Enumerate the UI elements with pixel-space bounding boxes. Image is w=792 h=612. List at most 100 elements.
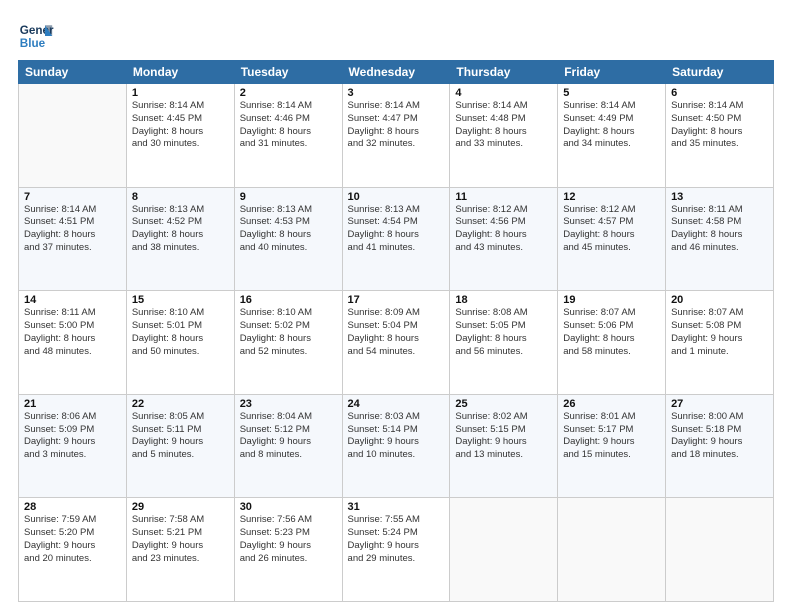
logo: General Blue bbox=[18, 18, 54, 54]
day-number: 14 bbox=[24, 294, 121, 306]
day-number: 9 bbox=[240, 191, 337, 203]
weekday-wednesday: Wednesday bbox=[342, 61, 450, 84]
day-number: 6 bbox=[671, 87, 768, 99]
day-info: Sunrise: 7:59 AMSunset: 5:20 PMDaylight:… bbox=[24, 514, 121, 565]
calendar-cell bbox=[19, 84, 127, 188]
day-number: 2 bbox=[240, 87, 337, 99]
weekday-sunday: Sunday bbox=[19, 61, 127, 84]
day-info: Sunrise: 8:14 AMSunset: 4:49 PMDaylight:… bbox=[563, 100, 660, 151]
week-row-4: 28Sunrise: 7:59 AMSunset: 5:20 PMDayligh… bbox=[19, 498, 774, 602]
day-info: Sunrise: 8:13 AMSunset: 4:54 PMDaylight:… bbox=[348, 204, 445, 255]
calendar-table: SundayMondayTuesdayWednesdayThursdayFrid… bbox=[18, 60, 774, 602]
calendar-cell: 21Sunrise: 8:06 AMSunset: 5:09 PMDayligh… bbox=[19, 394, 127, 498]
day-info: Sunrise: 7:55 AMSunset: 5:24 PMDaylight:… bbox=[348, 514, 445, 565]
calendar-cell: 16Sunrise: 8:10 AMSunset: 5:02 PMDayligh… bbox=[234, 291, 342, 395]
weekday-friday: Friday bbox=[558, 61, 666, 84]
day-number: 28 bbox=[24, 501, 121, 513]
calendar-cell bbox=[558, 498, 666, 602]
day-info: Sunrise: 8:05 AMSunset: 5:11 PMDaylight:… bbox=[132, 411, 229, 462]
day-info: Sunrise: 8:14 AMSunset: 4:50 PMDaylight:… bbox=[671, 100, 768, 151]
calendar-cell: 29Sunrise: 7:58 AMSunset: 5:21 PMDayligh… bbox=[126, 498, 234, 602]
day-number: 11 bbox=[455, 191, 552, 203]
calendar-cell: 19Sunrise: 8:07 AMSunset: 5:06 PMDayligh… bbox=[558, 291, 666, 395]
calendar-cell: 5Sunrise: 8:14 AMSunset: 4:49 PMDaylight… bbox=[558, 84, 666, 188]
calendar-cell: 4Sunrise: 8:14 AMSunset: 4:48 PMDaylight… bbox=[450, 84, 558, 188]
svg-text:Blue: Blue bbox=[20, 37, 46, 50]
week-row-3: 21Sunrise: 8:06 AMSunset: 5:09 PMDayligh… bbox=[19, 394, 774, 498]
calendar-cell: 26Sunrise: 8:01 AMSunset: 5:17 PMDayligh… bbox=[558, 394, 666, 498]
calendar-cell: 15Sunrise: 8:10 AMSunset: 5:01 PMDayligh… bbox=[126, 291, 234, 395]
calendar-cell: 18Sunrise: 8:08 AMSunset: 5:05 PMDayligh… bbox=[450, 291, 558, 395]
day-info: Sunrise: 8:11 AMSunset: 5:00 PMDaylight:… bbox=[24, 307, 121, 358]
day-number: 19 bbox=[563, 294, 660, 306]
day-info: Sunrise: 8:14 AMSunset: 4:48 PMDaylight:… bbox=[455, 100, 552, 151]
day-info: Sunrise: 8:04 AMSunset: 5:12 PMDaylight:… bbox=[240, 411, 337, 462]
calendar-cell: 27Sunrise: 8:00 AMSunset: 5:18 PMDayligh… bbox=[666, 394, 774, 498]
day-number: 15 bbox=[132, 294, 229, 306]
weekday-tuesday: Tuesday bbox=[234, 61, 342, 84]
calendar-cell: 31Sunrise: 7:55 AMSunset: 5:24 PMDayligh… bbox=[342, 498, 450, 602]
day-number: 18 bbox=[455, 294, 552, 306]
day-info: Sunrise: 8:07 AMSunset: 5:08 PMDaylight:… bbox=[671, 307, 768, 358]
day-info: Sunrise: 8:10 AMSunset: 5:02 PMDaylight:… bbox=[240, 307, 337, 358]
week-row-0: 1Sunrise: 8:14 AMSunset: 4:45 PMDaylight… bbox=[19, 84, 774, 188]
day-number: 17 bbox=[348, 294, 445, 306]
calendar-cell: 1Sunrise: 8:14 AMSunset: 4:45 PMDaylight… bbox=[126, 84, 234, 188]
day-number: 7 bbox=[24, 191, 121, 203]
calendar-cell bbox=[450, 498, 558, 602]
day-info: Sunrise: 7:58 AMSunset: 5:21 PMDaylight:… bbox=[132, 514, 229, 565]
day-number: 1 bbox=[132, 87, 229, 99]
calendar-cell: 20Sunrise: 8:07 AMSunset: 5:08 PMDayligh… bbox=[666, 291, 774, 395]
day-info: Sunrise: 8:12 AMSunset: 4:56 PMDaylight:… bbox=[455, 204, 552, 255]
week-row-2: 14Sunrise: 8:11 AMSunset: 5:00 PMDayligh… bbox=[19, 291, 774, 395]
day-info: Sunrise: 8:01 AMSunset: 5:17 PMDaylight:… bbox=[563, 411, 660, 462]
day-info: Sunrise: 8:14 AMSunset: 4:46 PMDaylight:… bbox=[240, 100, 337, 151]
calendar-cell: 3Sunrise: 8:14 AMSunset: 4:47 PMDaylight… bbox=[342, 84, 450, 188]
weekday-monday: Monday bbox=[126, 61, 234, 84]
calendar-cell: 28Sunrise: 7:59 AMSunset: 5:20 PMDayligh… bbox=[19, 498, 127, 602]
day-number: 27 bbox=[671, 398, 768, 410]
day-info: Sunrise: 8:09 AMSunset: 5:04 PMDaylight:… bbox=[348, 307, 445, 358]
day-number: 23 bbox=[240, 398, 337, 410]
calendar-cell bbox=[666, 498, 774, 602]
day-number: 12 bbox=[563, 191, 660, 203]
day-number: 24 bbox=[348, 398, 445, 410]
calendar-cell: 8Sunrise: 8:13 AMSunset: 4:52 PMDaylight… bbox=[126, 187, 234, 291]
calendar-cell: 7Sunrise: 8:14 AMSunset: 4:51 PMDaylight… bbox=[19, 187, 127, 291]
calendar-cell: 14Sunrise: 8:11 AMSunset: 5:00 PMDayligh… bbox=[19, 291, 127, 395]
day-info: Sunrise: 8:10 AMSunset: 5:01 PMDaylight:… bbox=[132, 307, 229, 358]
calendar-cell: 6Sunrise: 8:14 AMSunset: 4:50 PMDaylight… bbox=[666, 84, 774, 188]
calendar-cell: 23Sunrise: 8:04 AMSunset: 5:12 PMDayligh… bbox=[234, 394, 342, 498]
day-info: Sunrise: 8:14 AMSunset: 4:47 PMDaylight:… bbox=[348, 100, 445, 151]
day-info: Sunrise: 8:11 AMSunset: 4:58 PMDaylight:… bbox=[671, 204, 768, 255]
day-number: 30 bbox=[240, 501, 337, 513]
day-number: 21 bbox=[24, 398, 121, 410]
calendar-cell: 11Sunrise: 8:12 AMSunset: 4:56 PMDayligh… bbox=[450, 187, 558, 291]
calendar-cell: 10Sunrise: 8:13 AMSunset: 4:54 PMDayligh… bbox=[342, 187, 450, 291]
day-number: 22 bbox=[132, 398, 229, 410]
weekday-thursday: Thursday bbox=[450, 61, 558, 84]
day-info: Sunrise: 8:13 AMSunset: 4:53 PMDaylight:… bbox=[240, 204, 337, 255]
day-info: Sunrise: 8:00 AMSunset: 5:18 PMDaylight:… bbox=[671, 411, 768, 462]
calendar-cell: 2Sunrise: 8:14 AMSunset: 4:46 PMDaylight… bbox=[234, 84, 342, 188]
weekday-header-row: SundayMondayTuesdayWednesdayThursdayFrid… bbox=[19, 61, 774, 84]
day-number: 25 bbox=[455, 398, 552, 410]
week-row-1: 7Sunrise: 8:14 AMSunset: 4:51 PMDaylight… bbox=[19, 187, 774, 291]
calendar-cell: 24Sunrise: 8:03 AMSunset: 5:14 PMDayligh… bbox=[342, 394, 450, 498]
calendar-cell: 12Sunrise: 8:12 AMSunset: 4:57 PMDayligh… bbox=[558, 187, 666, 291]
logo-icon: General Blue bbox=[18, 18, 54, 54]
day-number: 31 bbox=[348, 501, 445, 513]
calendar-cell: 17Sunrise: 8:09 AMSunset: 5:04 PMDayligh… bbox=[342, 291, 450, 395]
page: General Blue SundayMondayTuesdayWednesda… bbox=[0, 0, 792, 612]
calendar-cell: 22Sunrise: 8:05 AMSunset: 5:11 PMDayligh… bbox=[126, 394, 234, 498]
day-number: 16 bbox=[240, 294, 337, 306]
day-info: Sunrise: 8:08 AMSunset: 5:05 PMDaylight:… bbox=[455, 307, 552, 358]
day-info: Sunrise: 8:12 AMSunset: 4:57 PMDaylight:… bbox=[563, 204, 660, 255]
day-number: 20 bbox=[671, 294, 768, 306]
calendar-cell: 30Sunrise: 7:56 AMSunset: 5:23 PMDayligh… bbox=[234, 498, 342, 602]
day-info: Sunrise: 8:07 AMSunset: 5:06 PMDaylight:… bbox=[563, 307, 660, 358]
day-number: 3 bbox=[348, 87, 445, 99]
day-number: 5 bbox=[563, 87, 660, 99]
calendar-cell: 13Sunrise: 8:11 AMSunset: 4:58 PMDayligh… bbox=[666, 187, 774, 291]
day-info: Sunrise: 8:14 AMSunset: 4:51 PMDaylight:… bbox=[24, 204, 121, 255]
